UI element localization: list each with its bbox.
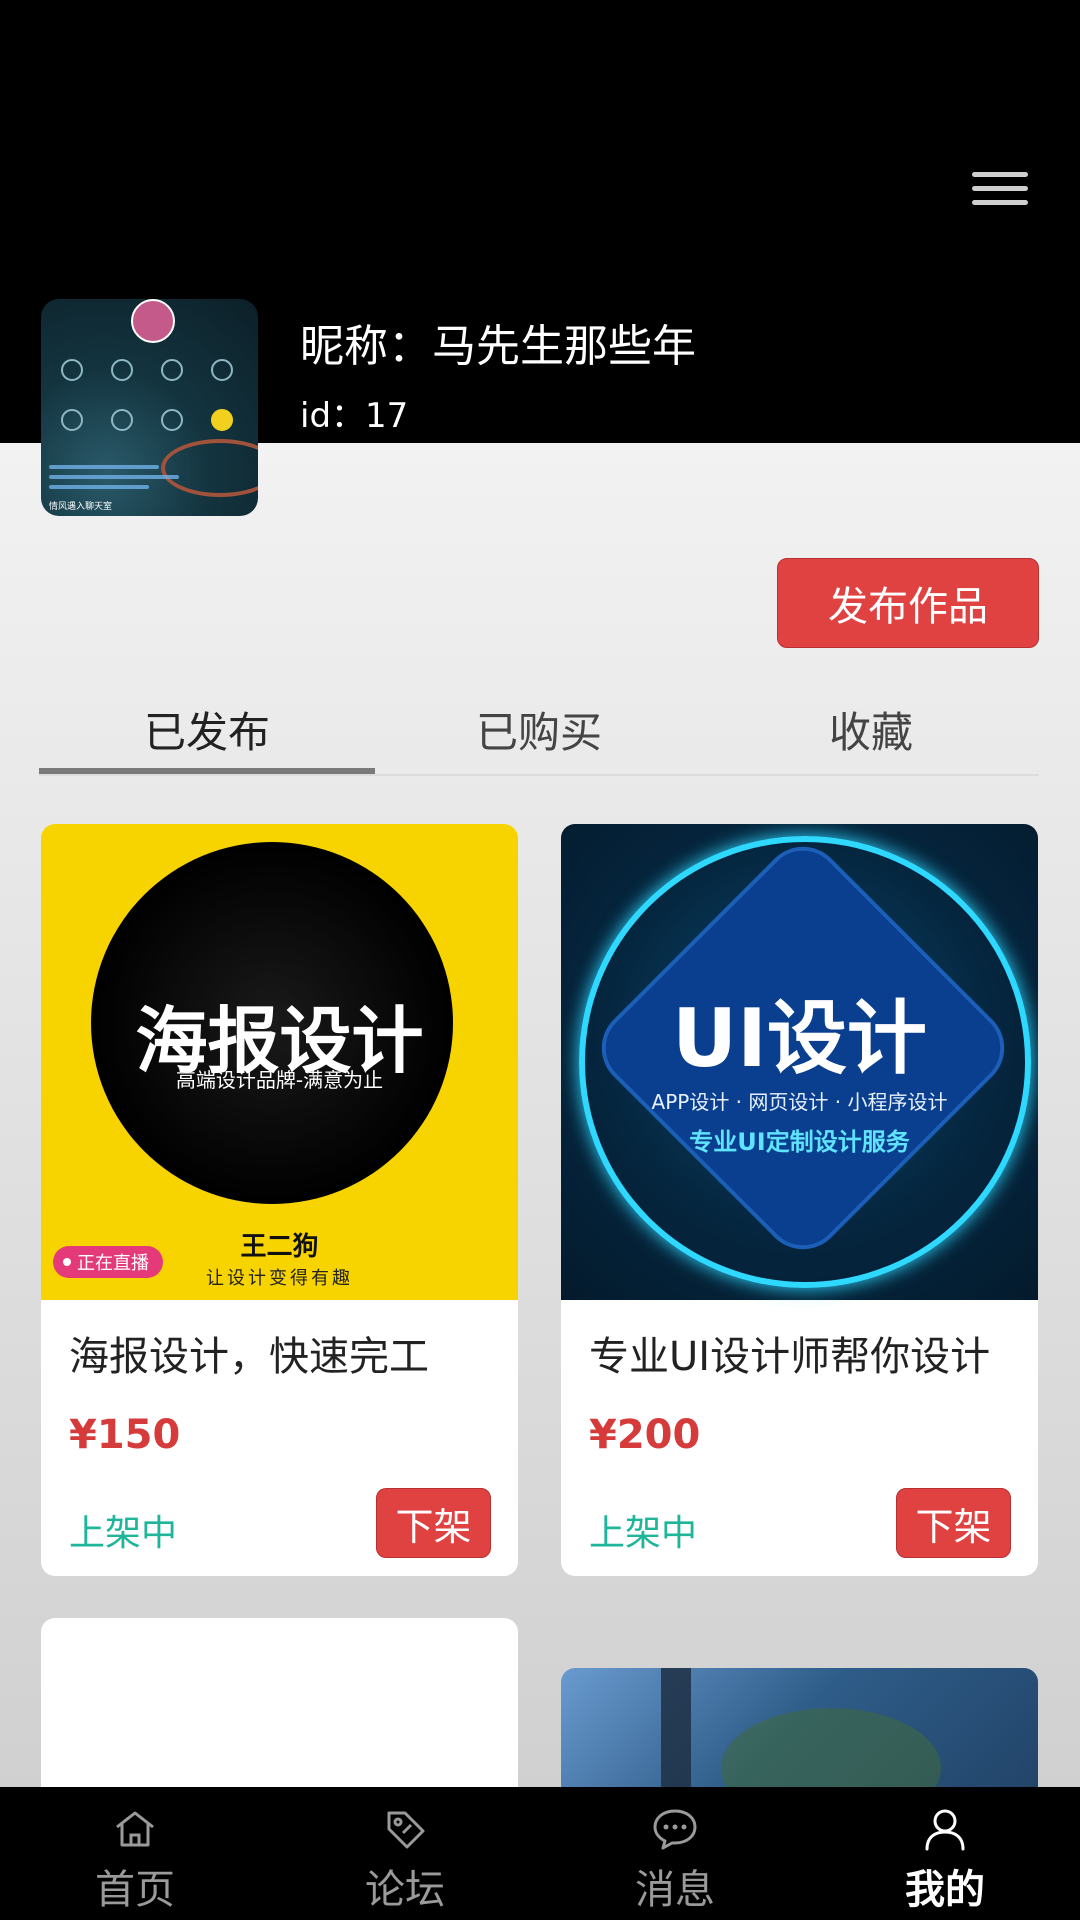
avatar-dot (61, 359, 83, 381)
avatar-bridge (161, 439, 258, 497)
tab-bar: 已发布 已购买 收藏 (39, 690, 1039, 776)
product-card[interactable]: 海报设计 高端设计品牌-满意为止 王二狗 让设计变得有趣 正在直播 海报设计，快… (41, 824, 518, 1576)
chat-icon (653, 1809, 697, 1850)
avatar-text-line (49, 485, 149, 489)
nav-label: 消息 (635, 1867, 715, 1913)
avatar-text-line (49, 465, 159, 469)
live-dot-icon (63, 1258, 71, 1266)
product-thumbnail[interactable]: 海报设计 高端设计品牌-满意为止 王二狗 让设计变得有趣 正在直播 (41, 824, 518, 1300)
nav-forum[interactable]: 论坛 (270, 1787, 540, 1920)
thumb-subline: APP设计 · 网页设计 · 小程序设计 (651, 1090, 948, 1114)
avatar-dot (161, 409, 183, 431)
product-card[interactable]: UI设计 APP设计 · 网页设计 · 小程序设计 专业UI定制设计服务 专业U… (561, 824, 1038, 1576)
product-status: 上架中 (69, 1513, 178, 1554)
unlist-button[interactable]: 下架 (896, 1488, 1011, 1558)
nav-mine[interactable]: 我的 (810, 1787, 1080, 1920)
tab-favorites[interactable]: 收藏 (703, 690, 1039, 768)
user-icon (925, 1809, 965, 1851)
tab-purchased[interactable]: 已购买 (371, 690, 707, 768)
product-price: ¥200 (589, 1412, 701, 1458)
avatar-dot (211, 359, 233, 381)
nav-label: 我的 (905, 1867, 985, 1913)
avatar-dot (211, 409, 233, 431)
tab-published[interactable]: 已发布 (39, 690, 375, 774)
avatar-text-line (49, 475, 179, 479)
menu-icon[interactable] (972, 172, 1028, 212)
publish-work-button[interactable]: 发布作品 (777, 558, 1039, 648)
product-title: 海报设计，快速完工 (69, 1334, 429, 1380)
thumb-subline-2: 专业UI定制设计服务 (689, 1128, 910, 1156)
avatar[interactable]: 情风遇入聊天室 (41, 299, 258, 516)
user-id: id：17 (300, 396, 409, 436)
nav-messages[interactable]: 消息 (540, 1787, 810, 1920)
product-title: 专业UI设计师帮你设计 (589, 1334, 991, 1380)
avatar-person (131, 299, 175, 343)
product-thumbnail[interactable]: UI设计 APP设计 · 网页设计 · 小程序设计 专业UI定制设计服务 (561, 824, 1038, 1300)
avatar-dot (111, 359, 133, 381)
product-price: ¥150 (69, 1412, 181, 1458)
profile-header: 情风遇入聊天室 昵称：马先生那些年 id：17 (0, 0, 1080, 516)
unlist-button[interactable]: 下架 (376, 1488, 491, 1558)
home-icon (116, 1811, 154, 1847)
avatar-dot (161, 359, 183, 381)
nav-label: 首页 (95, 1867, 175, 1913)
nav-home[interactable]: 首页 (0, 1787, 270, 1920)
nickname: 昵称：马先生那些年 (300, 321, 696, 372)
avatar-caption: 情风遇入聊天室 (49, 502, 113, 512)
nav-label: 论坛 (365, 1867, 445, 1913)
avatar-dot (111, 409, 133, 431)
bottom-nav: 首页 论坛 消息 我的 (0, 1787, 1080, 1920)
product-status: 上架中 (589, 1513, 698, 1554)
thumb-subline: 高端设计品牌-满意为止 (175, 1068, 384, 1092)
thumb-headline: UI设计 (672, 992, 927, 1085)
tag-icon (387, 1811, 425, 1849)
live-badge: 正在直播 (53, 1246, 163, 1278)
avatar-dot (61, 409, 83, 431)
